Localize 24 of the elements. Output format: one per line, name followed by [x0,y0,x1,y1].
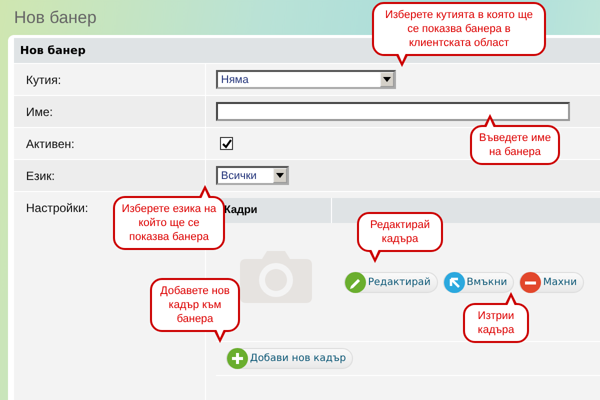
field-label: Настройки: [26,201,88,215]
minus-icon [520,272,542,292]
field-label: Активен: [26,137,74,151]
camera-icon [238,249,314,305]
plus-icon [227,348,248,369]
callout: Изберете кутията в която ще се показва банера в клиентската област [372,2,546,68]
callout: Въведете име на банера [470,113,560,165]
button[interactable]: Махни [519,272,584,292]
field-label: Език: [26,169,55,183]
field-label: Кутия: [26,73,62,87]
page-title: Нов банер [14,8,97,28]
input-field[interactable] [216,102,570,121]
dropdown[interactable]: Всички [216,166,289,185]
callout: Добавете нов кадър към банера [150,278,240,344]
dropdown[interactable]: Няма [216,70,396,89]
checkbox[interactable] [220,137,233,150]
callout: Редактирай кадъра [357,212,443,264]
field-label: Име: [26,105,53,119]
button[interactable]: Редактирай [344,272,438,292]
add-frame-button[interactable]: Добави нов кадър [226,348,354,369]
callout: Изберете езика на който ще се показва банера [113,184,225,250]
button[interactable]: Вмъкни [442,272,514,292]
pencil-icon [345,272,366,292]
callout: Изтрии кадъра [463,291,529,343]
